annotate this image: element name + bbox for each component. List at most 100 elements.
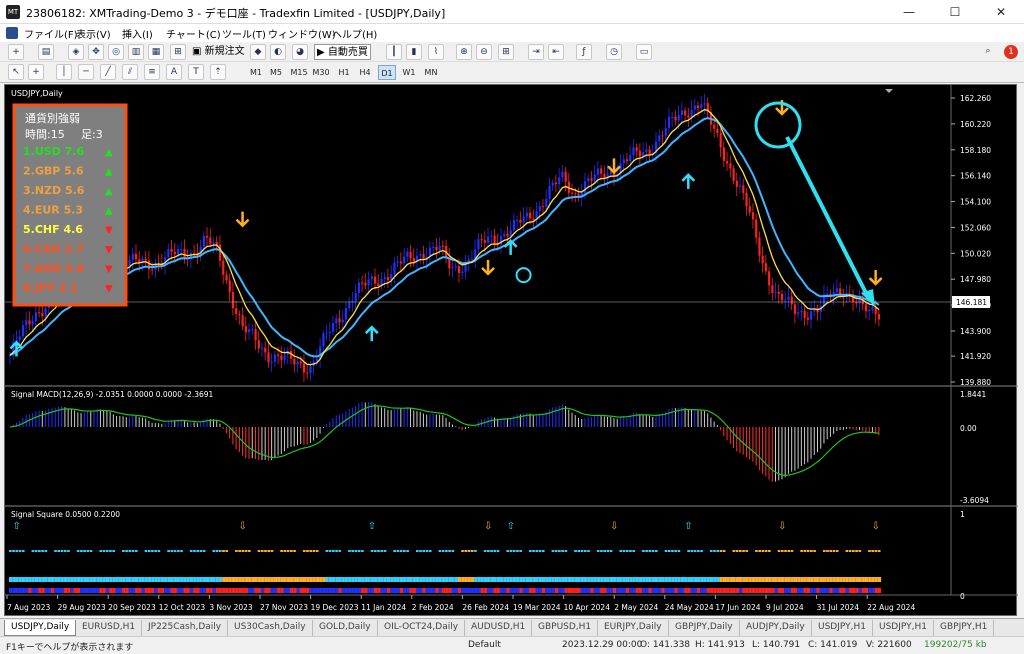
menu-tools[interactable]: ツール(T)	[222, 26, 266, 41]
menu-view[interactable]: 表示(V)	[76, 26, 111, 41]
close-button[interactable]: ✕	[978, 0, 1024, 24]
tester-icon[interactable]: ▦	[148, 44, 164, 60]
metaeditor-icon[interactable]: ◆	[250, 44, 266, 60]
square-candle-bar	[803, 588, 807, 593]
square-candle-bar	[44, 588, 48, 593]
square-trend-bar	[567, 577, 572, 582]
chart-tab[interactable]: USDJPY,H1	[873, 620, 934, 636]
chart-tab[interactable]: GBPJPY,Daily	[669, 620, 740, 636]
square-candle-bar	[748, 588, 752, 593]
timeframe-m5[interactable]: M5	[267, 65, 285, 80]
timeframe-d1[interactable]: D1	[378, 65, 396, 80]
price-scale[interactable]: 162.260 160.220 158.180 156.140 154.100 152.0…	[951, 94, 991, 387]
square-dot-row	[54, 550, 57, 552]
vertical-line-icon[interactable]: │	[56, 64, 72, 80]
chart-collapse-icon[interactable]	[885, 89, 893, 93]
square-dot-row	[512, 550, 516, 552]
market-watch-icon[interactable]: ◈	[68, 44, 84, 60]
signals-icon[interactable]: ◐	[270, 44, 286, 60]
fibonacci-icon[interactable]: ≡	[144, 64, 160, 80]
chart-tab[interactable]: GBPJPY,H1	[934, 620, 995, 636]
chart-tab[interactable]: AUDUSD,H1	[465, 620, 533, 636]
square-candle-bar	[50, 588, 55, 593]
profiles-icon[interactable]: ▤	[38, 44, 54, 60]
square-trend-bar	[755, 577, 759, 582]
chart-tab[interactable]: GOLD,Daily	[313, 620, 378, 636]
square-up-arrow-icon: ⇧	[684, 521, 692, 532]
auto-scroll-icon[interactable]: ⇥	[528, 44, 544, 60]
horizontal-line-icon[interactable]: ─	[78, 64, 94, 80]
square-trend-bar	[700, 577, 704, 582]
timeframe-mn[interactable]: MN	[422, 65, 440, 80]
timeframe-m30[interactable]: M30	[311, 65, 331, 80]
child-window-icon[interactable]	[6, 27, 18, 39]
timeframe-h1[interactable]: H1	[335, 65, 353, 80]
square-dot-row	[642, 550, 645, 552]
menu-chart[interactable]: チャート(C)	[166, 26, 221, 41]
square-candle-bar	[164, 588, 168, 593]
cursor-icon[interactable]: ↖	[8, 64, 24, 80]
square-candle-bar	[487, 588, 491, 593]
minimize-button[interactable]: —	[886, 0, 932, 24]
market-icon[interactable]: ◕	[292, 44, 308, 60]
bar-chart-icon[interactable]: ┃	[386, 44, 402, 60]
arrows-icon[interactable]: ⇡	[210, 64, 226, 80]
trendline-icon[interactable]: ╱	[100, 64, 116, 80]
square-candle-bar	[619, 588, 623, 593]
candle-body	[386, 277, 390, 281]
line-chart-icon[interactable]: ⌇	[428, 44, 444, 60]
square-trend-bar	[370, 577, 374, 582]
new-order-button[interactable]: ▣ 新規注文	[190, 44, 247, 60]
candle-body	[522, 216, 525, 223]
new-chart-icon[interactable]: +	[8, 44, 24, 60]
chart-tab[interactable]: GBPUSD,H1	[532, 620, 599, 636]
zoom-in-icon[interactable]: ⊕	[456, 44, 472, 60]
periods-icon[interactable]: ◷	[606, 44, 622, 60]
zoom-out-icon[interactable]: ⊖	[476, 44, 492, 60]
chart-window[interactable]: USDJPY,Daily Signal MACD(12,26,9) -2.035…	[4, 84, 1018, 617]
menu-insert[interactable]: 挿入(I)	[122, 26, 153, 41]
chart-tab[interactable]: JP225Cash,Daily	[142, 620, 229, 636]
data-window-icon[interactable]: ✥	[88, 44, 104, 60]
text-icon[interactable]: A	[166, 64, 182, 80]
square-trend-bar	[438, 577, 442, 582]
square-dot-row	[848, 550, 852, 552]
channel-icon[interactable]: ⫽	[122, 64, 138, 80]
timeframe-h4[interactable]: H4	[356, 65, 374, 80]
chart-tab[interactable]: AUDJPY,Daily	[740, 620, 812, 636]
timeframe-m1[interactable]: M1	[247, 65, 265, 80]
text-label-icon[interactable]: T	[188, 64, 204, 80]
candle-body	[461, 271, 464, 274]
chart-shift-icon[interactable]: ⇤	[548, 44, 564, 60]
crosshair-icon[interactable]: +	[28, 64, 44, 80]
terminal-icon[interactable]: ▥	[128, 44, 144, 60]
indicators-icon[interactable]: ƒ	[576, 44, 592, 60]
candlestick-icon[interactable]: ▮	[406, 44, 422, 60]
tile-windows-icon[interactable]: ⊞	[498, 44, 514, 60]
status-high: H: 141.913	[695, 640, 745, 650]
templates-icon[interactable]: ▭	[636, 44, 652, 60]
chart-tab[interactable]: EURUSD,H1	[76, 620, 143, 636]
square-candle-bar	[280, 588, 284, 593]
navigator-icon[interactable]: ◎	[108, 44, 124, 60]
tile-icon[interactable]: ⊞	[170, 44, 186, 60]
chart-tab[interactable]: EURJPY,Daily	[598, 620, 669, 636]
notification-badge[interactable]: 1	[1004, 45, 1018, 59]
candle-body	[480, 239, 483, 241]
chart-tab[interactable]: OIL-OCT24,Daily	[378, 620, 466, 636]
search-icon[interactable]: ⌕	[980, 44, 996, 60]
menu-window[interactable]: ウィンドウ(W)	[268, 26, 336, 41]
menu-file[interactable]: ファイル(F)	[24, 26, 78, 41]
timeframe-m15[interactable]: M15	[289, 65, 309, 80]
chart-tab[interactable]: USDJPY,H1	[812, 620, 873, 636]
chart-tab[interactable]: USDJPY,Daily	[4, 620, 77, 636]
auto-trading-button[interactable]: ▶ 自動売買	[314, 44, 371, 60]
timeframe-w1[interactable]: W1	[400, 65, 418, 80]
time-axis[interactable]: 7 Aug 2023 29 Aug 2023 20 Sep 2023 12 Oct 2…	[6, 595, 915, 612]
chart-symbol-label: USDJPY,Daily	[11, 89, 63, 98]
menu-help[interactable]: ヘルプ(H)	[332, 26, 377, 41]
chart-tab[interactable]: US30Cash,Daily	[228, 620, 313, 636]
chart-canvas[interactable]: USDJPY,Daily Signal MACD(12,26,9) -2.035…	[5, 85, 1018, 617]
square-candle-bar	[173, 588, 177, 593]
maximize-button[interactable]: ☐	[932, 0, 978, 24]
